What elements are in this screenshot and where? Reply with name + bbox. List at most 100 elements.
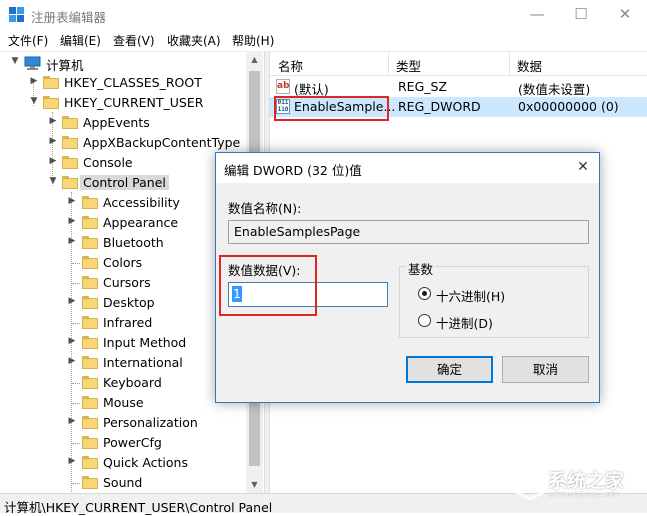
tree-item-colors[interactable]: Colors [0,253,246,273]
menu-file[interactable]: 文件(F) [8,32,48,49]
tree-item-appevents[interactable]: ▶ AppEvents [0,113,246,133]
chevron-right-icon[interactable]: ▶ [67,296,77,306]
value-name-label: 数值名称(N): [228,201,302,216]
tree-item-label: Mouse [103,395,144,410]
tree-item-label: HKEY_CURRENT_USER [64,95,204,110]
value-data: (数值未设置) [518,82,591,97]
dialog-close-button[interactable]: ✕ [567,153,599,183]
chevron-right-icon[interactable]: ▶ [67,416,77,426]
tree-item-international[interactable]: ▶ International [0,353,246,373]
tree-item-appearance[interactable]: ▶ Appearance [0,213,246,233]
tree-item-personalization[interactable]: ▶ Personalization [0,413,246,433]
value-type: REG_DWORD [398,99,481,114]
chevron-right-icon[interactable]: ▶ [67,336,77,346]
tree-item-infrared[interactable]: Infrared [0,313,246,333]
tree-item-hkcr[interactable]: ▶ HKEY_CLASSES_ROOT [0,73,246,93]
menu-help[interactable]: 帮助(H) [232,32,274,49]
tree-item-computer[interactable]: ▼ 计算机 [0,53,246,73]
column-header-type[interactable]: 类型 [396,56,421,75]
chevron-right-icon[interactable]: ▶ [67,216,77,226]
folder-icon [82,256,98,269]
tree-item-label: Console [83,155,133,170]
ok-button[interactable]: 确定 [406,356,493,383]
scroll-up-icon[interactable]: ▲ [246,51,263,68]
tree-guide [72,283,80,284]
string-value-icon: ab [276,79,290,94]
maximize-button[interactable]: ☐ [559,0,603,30]
tree-item-label: Control Panel [80,175,169,190]
menu-view[interactable]: 查看(V) [113,32,155,49]
menu-edit[interactable]: 编辑(E) [60,32,101,49]
watermark-subtext: XITONGZHIJIA.NET [548,491,621,499]
tree-item-console[interactable]: ▶ Console [0,153,246,173]
minimize-button[interactable]: — [515,0,559,30]
close-button[interactable]: ✕ [603,0,647,30]
folder-icon [82,336,98,349]
chevron-right-icon[interactable]: ▶ [48,116,58,126]
dec-radio[interactable] [418,314,431,327]
tree-item-label: AppEvents [83,115,150,130]
scroll-down-icon[interactable]: ▼ [246,476,263,493]
table-row[interactable]: ab (默认) REG_SZ (数值未设置) [270,77,647,97]
tree-item-bluetooth[interactable]: ▶ Bluetooth [0,233,246,253]
cancel-button[interactable]: 取消 [502,356,589,383]
tree-item-cursors[interactable]: Cursors [0,273,246,293]
tree-item-label: Bluetooth [103,235,164,250]
chevron-right-icon[interactable]: ▶ [67,236,77,246]
tree-guide [72,483,80,484]
folder-icon [82,436,98,449]
tree-item-label: Colors [103,255,143,270]
tree-item-powercfg[interactable]: PowerCfg [0,433,246,453]
column-header-data[interactable]: 数据 [517,56,542,75]
tree-guide [72,263,80,264]
folder-icon [82,316,98,329]
value-type: REG_SZ [398,79,448,94]
chevron-right-icon[interactable]: ▶ [29,76,39,86]
tree-item-label: Accessibility [103,195,180,210]
tree-item-appxbackup[interactable]: ▶ AppXBackupContentType [0,133,246,153]
tree-guide [72,383,80,384]
watermark: 系统之家 XITONGZHIJIA.NET [508,462,646,506]
tree-item-label: Appearance [103,215,179,230]
tree-item-label: Personalization [103,415,198,430]
chevron-right-icon[interactable]: ▶ [48,156,58,166]
tree-item-control-panel[interactable]: ▼ Control Panel [0,173,246,193]
chevron-down-icon[interactable]: ▼ [48,176,58,186]
menu-bar: 文件(F) 编辑(E) 查看(V) 收藏夹(A) 帮助(H) [0,30,647,50]
folder-open-icon [62,176,78,189]
hex-radio[interactable] [418,287,431,300]
chevron-right-icon[interactable]: ▶ [67,196,77,206]
chevron-down-icon[interactable]: ▼ [29,96,39,106]
dec-radio-label[interactable]: 十进制(D) [436,313,493,332]
tree-item-desktop[interactable]: ▶ Desktop [0,293,246,313]
edit-dword-dialog: 编辑 DWORD (32 位)值 ✕ 数值名称(N): EnableSample… [215,152,600,403]
regedit-icon [9,7,24,22]
tree-item-keyboard[interactable]: Keyboard [0,373,246,393]
menu-favorites[interactable]: 收藏夹(A) [167,32,221,49]
tree-item-input-method[interactable]: ▶ Input Method [0,333,246,353]
chevron-right-icon[interactable]: ▶ [67,456,77,466]
dialog-title-bar[interactable]: 编辑 DWORD (32 位)值 ✕ [216,153,599,183]
tree-item-sound[interactable]: Sound [0,473,246,493]
column-header-name[interactable]: 名称 [278,56,303,75]
value-name-field[interactable]: EnableSamplesPage [228,220,589,244]
tree-item-label: Desktop [103,295,155,310]
tree-guide [72,443,80,444]
tree-item-quick-actions[interactable]: ▶ Quick Actions [0,453,246,473]
tree-item-accessibility[interactable]: ▶ Accessibility [0,193,246,213]
tree-item-label: 计算机 [46,58,84,73]
folder-icon [82,196,98,209]
chevron-down-icon[interactable]: ▼ [10,56,20,66]
column-divider[interactable] [388,52,389,76]
tree-item-hkcu[interactable]: ▼ HKEY_CURRENT_USER [0,93,246,113]
folder-icon [62,116,78,129]
column-divider[interactable] [509,52,510,76]
hex-radio-label[interactable]: 十六进制(H) [436,286,505,305]
tree-item-mouse[interactable]: Mouse [0,393,246,413]
tree-item-label: AppXBackupContentType [83,135,241,150]
chevron-right-icon[interactable]: ▶ [48,136,58,146]
list-header: 名称 类型 数据 [270,52,647,76]
folder-icon [43,96,59,109]
chevron-right-icon[interactable]: ▶ [67,356,77,366]
tree-item-label: Cursors [103,275,151,290]
